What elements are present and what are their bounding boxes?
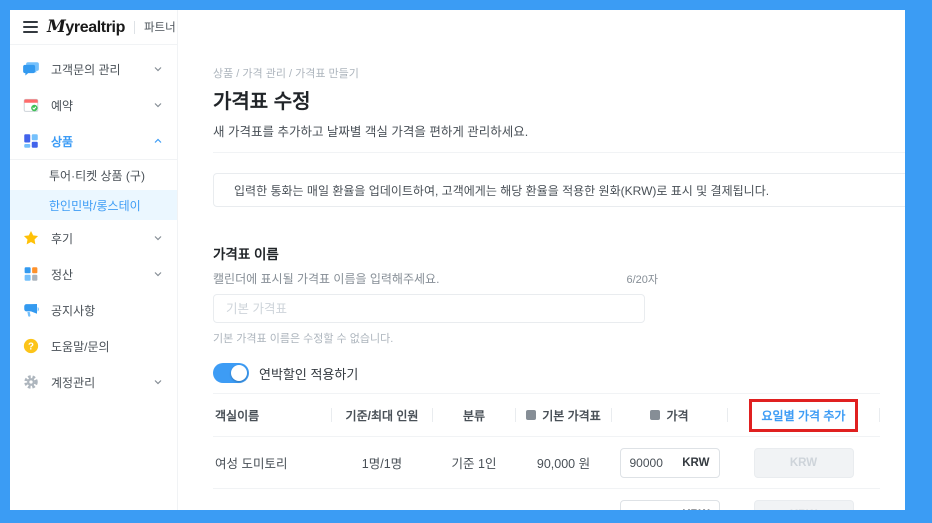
header-divider bbox=[133, 20, 135, 34]
page-title: 가격표 수정 bbox=[213, 91, 311, 113]
room-name: 여성 도미토리 bbox=[215, 457, 288, 471]
sidebar-item-label: 후기 bbox=[51, 231, 74, 246]
sidebar-subitem-tour-ticket[interactable]: 투어·티켓 상품 (구) bbox=[10, 160, 177, 190]
hamburger-menu-icon[interactable] bbox=[23, 21, 38, 33]
currency-label: KRW bbox=[682, 509, 709, 510]
table-row: 여성 도미토리 1명/1명 기준 1인 90,000 원 KRW KRW bbox=[213, 437, 880, 489]
help-icon: ? bbox=[22, 337, 40, 355]
sidebar-nav: 고객문의 관리 예약 상품 투어·티켓 상품 (구) 한인민박/롱스테이 후기 … bbox=[10, 45, 177, 400]
sidebar-item-label: 도움말/문의 bbox=[51, 339, 110, 354]
add-weekday-price-button[interactable]: 요일별 가격 추가 bbox=[762, 409, 846, 423]
sidebar-subitem-guesthouse[interactable]: 한인민박/롱스테이 bbox=[10, 190, 177, 220]
legend-square-icon bbox=[526, 410, 537, 420]
sidebar-item-label: 정산 bbox=[51, 267, 74, 282]
calendar-icon bbox=[22, 96, 40, 114]
char-counter: 6/20자 bbox=[626, 274, 658, 286]
sidebar-item-label: 계정관리 bbox=[51, 375, 96, 390]
sidebar-item-reservations[interactable]: 예약 bbox=[10, 87, 177, 123]
price-table-name-label: 가격표 이름 bbox=[213, 247, 279, 262]
chevron-down-icon bbox=[154, 236, 162, 241]
table-row: 남성 도미토리 1명/6명 기준 1인 90,000 원 KRW KRW bbox=[213, 489, 880, 510]
star-icon bbox=[22, 229, 40, 247]
currency-label: KRW bbox=[682, 456, 710, 469]
room-category: 기준 1인 bbox=[433, 506, 515, 511]
chat-icon bbox=[22, 60, 40, 78]
toggle-label: 연박할인 적용하기 bbox=[259, 366, 359, 382]
column-divider bbox=[879, 408, 880, 422]
sidebar-item-settlement[interactable]: 정산 bbox=[10, 256, 177, 292]
base-price: 90,000 원 bbox=[516, 506, 611, 511]
chevron-down-icon bbox=[154, 272, 162, 277]
col-header-room: 객실이름 bbox=[215, 408, 260, 423]
base-price: 90,000 원 bbox=[536, 457, 591, 471]
chevron-down-icon bbox=[154, 380, 162, 385]
legend-square-icon bbox=[650, 410, 661, 420]
price-input[interactable] bbox=[629, 508, 682, 510]
grid-icon bbox=[22, 132, 40, 150]
table-header-row: 객실이름 기준/최대 인원 분류 기본 가격표 가격 요일별 가격 추가 bbox=[213, 393, 880, 437]
section-divider bbox=[213, 152, 905, 153]
toggle-knob bbox=[231, 365, 247, 381]
page-subtitle: 새 가격표를 추가하고 날짜별 객실 가격을 편하게 관리하세요. bbox=[213, 125, 529, 139]
room-capacity: 1명/6명 bbox=[332, 506, 432, 511]
sidebar-item-reviews[interactable]: 후기 bbox=[10, 220, 177, 256]
sidebar-item-label: 상품 bbox=[51, 134, 74, 149]
svg-text:?: ? bbox=[28, 341, 34, 352]
megaphone-icon bbox=[22, 301, 40, 319]
app-logo[interactable]: Myrealtrip bbox=[47, 17, 125, 37]
col-header-weekday-price: 요일별 가격 추가 bbox=[728, 398, 879, 432]
sidebar-item-account[interactable]: 계정관리 bbox=[10, 364, 177, 400]
currency-notice-banner: 입력한 통화는 매일 환율을 업데이트하여, 고객에게는 해당 환율을 적용한 … bbox=[213, 173, 905, 207]
col-header-capacity: 기준/최대 인원 bbox=[345, 408, 419, 423]
sidebar-item-products[interactable]: 상품 bbox=[10, 123, 177, 159]
room-price-table: 객실이름 기준/최대 인원 분류 기본 가격표 가격 요일별 가격 추가 여성 … bbox=[213, 393, 880, 510]
annotation-highlight-box: 요일별 가격 추가 bbox=[748, 398, 859, 432]
price-input-group: KRW bbox=[619, 500, 720, 510]
room-category: 기준 1인 bbox=[451, 457, 497, 471]
sidebar-item-notices[interactable]: 공지사항 bbox=[10, 292, 177, 328]
gear-icon bbox=[22, 373, 40, 391]
room-capacity: 1명/1명 bbox=[361, 457, 403, 471]
app-header: Myrealtrip 파트너 bbox=[10, 10, 177, 45]
name-note: 기본 가격표 이름은 수정할 수 없습니다. bbox=[213, 333, 394, 345]
breadcrumb[interactable]: 상품 / 가격 관리 / 가격표 만들기 bbox=[213, 65, 905, 81]
chevron-down-icon bbox=[154, 103, 162, 108]
weekday-price-disabled-input: KRW bbox=[753, 500, 854, 510]
room-name: 남성 도미토리 bbox=[213, 506, 331, 511]
col-header-category: 분류 bbox=[462, 408, 486, 423]
price-input[interactable] bbox=[629, 455, 682, 470]
name-help-text: 캘린더에 표시될 가격표 이름을 입력해주세요. bbox=[213, 272, 440, 286]
sidebar-item-label: 예약 bbox=[51, 98, 74, 113]
sidebar-item-label: 고객문의 관리 bbox=[51, 62, 121, 77]
notice-text: 입력한 통화는 매일 환율을 업데이트하여, 고객에게는 해당 환율을 적용한 … bbox=[234, 183, 770, 198]
main-content: 상품 / 가격 관리 / 가격표 만들기 가격표 수정 새 가격표를 추가하고 … bbox=[178, 10, 905, 510]
partner-label: 파트너 bbox=[143, 22, 176, 34]
products-submenu: 투어·티켓 상품 (구) 한인민박/롱스테이 bbox=[10, 159, 177, 220]
sidebar: Myrealtrip 파트너 고객문의 관리 예약 상품 투어·티켓 상품 (구… bbox=[10, 10, 178, 510]
weekday-price-disabled-input: KRW bbox=[753, 447, 854, 478]
col-header-price: 가격 bbox=[612, 407, 727, 424]
chevron-up-icon bbox=[154, 138, 162, 143]
app-frame: Myrealtrip 파트너 고객문의 관리 예약 상품 투어·티켓 상품 (구… bbox=[0, 0, 932, 523]
sidebar-item-label: 공지사항 bbox=[51, 303, 96, 318]
sidebar-item-customer-inquiries[interactable]: 고객문의 관리 bbox=[10, 51, 177, 87]
sidebar-item-help[interactable]: ? 도움말/문의 bbox=[10, 328, 177, 364]
chevron-down-icon bbox=[154, 67, 162, 72]
calculator-icon bbox=[22, 265, 40, 283]
price-table-name-input[interactable] bbox=[213, 294, 645, 323]
consecutive-night-discount-toggle[interactable] bbox=[213, 363, 249, 383]
col-header-base-price: 기본 가격표 bbox=[516, 407, 611, 424]
price-input-group: KRW bbox=[619, 447, 720, 478]
